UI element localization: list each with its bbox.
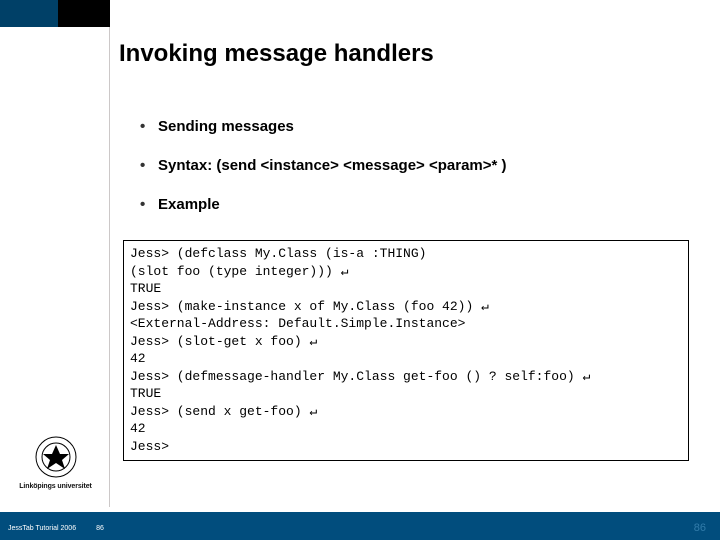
slide-title: Invoking message handlers: [119, 40, 434, 68]
university-name: Linköpings universitet: [8, 483, 103, 490]
code-line: (slot foo (type integer))) ↵: [130, 264, 348, 279]
code-line: Jess> (send x get-foo) ↵: [130, 404, 317, 419]
slide: Invoking message handlers Sending messag…: [0, 0, 720, 540]
corner-block-blue: [0, 0, 58, 27]
code-line: Jess> (slot-get x foo) ↵: [130, 334, 317, 349]
code-line: <External-Address: Default.Simple.Instan…: [130, 316, 465, 331]
code-line: Jess> (defclass My.Class (is-a :THING): [130, 246, 426, 261]
footer-left: JessTab Tutorial 2006 86: [8, 525, 104, 532]
code-line: 42: [130, 421, 146, 436]
bullet-item: Syntax: (send <instance> <message> <para…: [140, 157, 680, 174]
university-logo-block: Linköpings universitet: [8, 434, 103, 490]
bullet-item: Example: [140, 196, 680, 213]
bullet-item: Sending messages: [140, 118, 680, 135]
code-line: TRUE: [130, 386, 161, 401]
code-block: Jess> (defclass My.Class (is-a :THING) (…: [123, 240, 689, 461]
code-line: Jess>: [130, 439, 169, 454]
code-line: 42: [130, 351, 146, 366]
corner-block-black: [58, 0, 110, 27]
seal-icon: [33, 434, 79, 480]
code-line: TRUE: [130, 281, 161, 296]
bullet-list: Sending messages Syntax: (send <instance…: [140, 118, 680, 235]
vertical-divider: [109, 27, 110, 507]
footer-page-big: 86: [694, 522, 706, 534]
code-line: Jess> (make-instance x of My.Class (foo …: [130, 299, 489, 314]
footer-page-small: 86: [96, 525, 104, 532]
footer-bar: [0, 512, 720, 540]
code-line: Jess> (defmessage-handler My.Class get-f…: [130, 369, 590, 384]
footer-text: JessTab Tutorial 2006: [8, 525, 76, 532]
